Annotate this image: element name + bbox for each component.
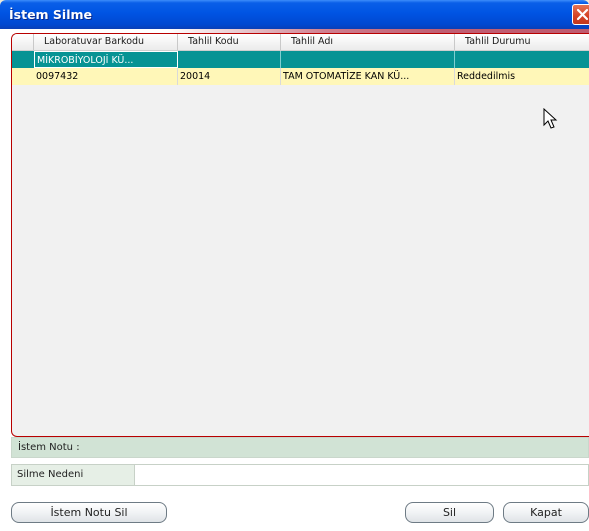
reason-row: Silme Nedeni (11, 464, 589, 486)
note-label: İstem Notu : (18, 442, 80, 453)
column-header-ad[interactable]: Tahlil Adı (281, 34, 455, 50)
column-header-durum[interactable]: Tahlil Durumu (455, 34, 589, 50)
table-row[interactable]: 0097432 20014 TAM OTOMATİZE KAN KÜ... Re… (12, 68, 589, 85)
group-row[interactable]: MİKROBİYOLOJİ KÜ... (12, 51, 589, 68)
column-header-barkod[interactable]: Laboratuvar Barkodu (34, 34, 178, 50)
column-header-kod[interactable]: Tahlil Kodu (178, 34, 281, 50)
group-cell (455, 51, 589, 68)
delete-button[interactable]: Sil (405, 502, 494, 523)
cell-kod: 20014 (178, 68, 281, 85)
group-label: MİKROBİYOLOJİ KÜ... (34, 51, 178, 68)
close-button[interactable]: Kapat (503, 502, 589, 523)
close-icon[interactable] (572, 4, 589, 25)
cell-durum: Reddedilmis (457, 71, 516, 82)
tests-grid: Laboratuvar Barkodu Tahlil Kodu Tahlil A… (11, 33, 589, 437)
reason-label: Silme Nedeni (11, 464, 135, 486)
cell-ad: TAM OTOMATİZE KAN KÜ... (281, 68, 455, 85)
note-bar: İstem Notu : (11, 437, 589, 458)
group-cell (178, 51, 281, 68)
grid-header: Laboratuvar Barkodu Tahlil Kodu Tahlil A… (12, 34, 589, 51)
cell-barkod: 0097432 (34, 68, 178, 85)
group-cell (281, 51, 455, 68)
mouse-cursor-icon (543, 108, 558, 129)
window-title: İstem Silme (9, 7, 92, 22)
note-delete-button[interactable]: İstem Notu Sil (11, 502, 167, 523)
row-selector-header (12, 34, 34, 50)
title-bar[interactable]: İstem Silme (0, 0, 589, 29)
reason-input[interactable] (135, 464, 589, 486)
